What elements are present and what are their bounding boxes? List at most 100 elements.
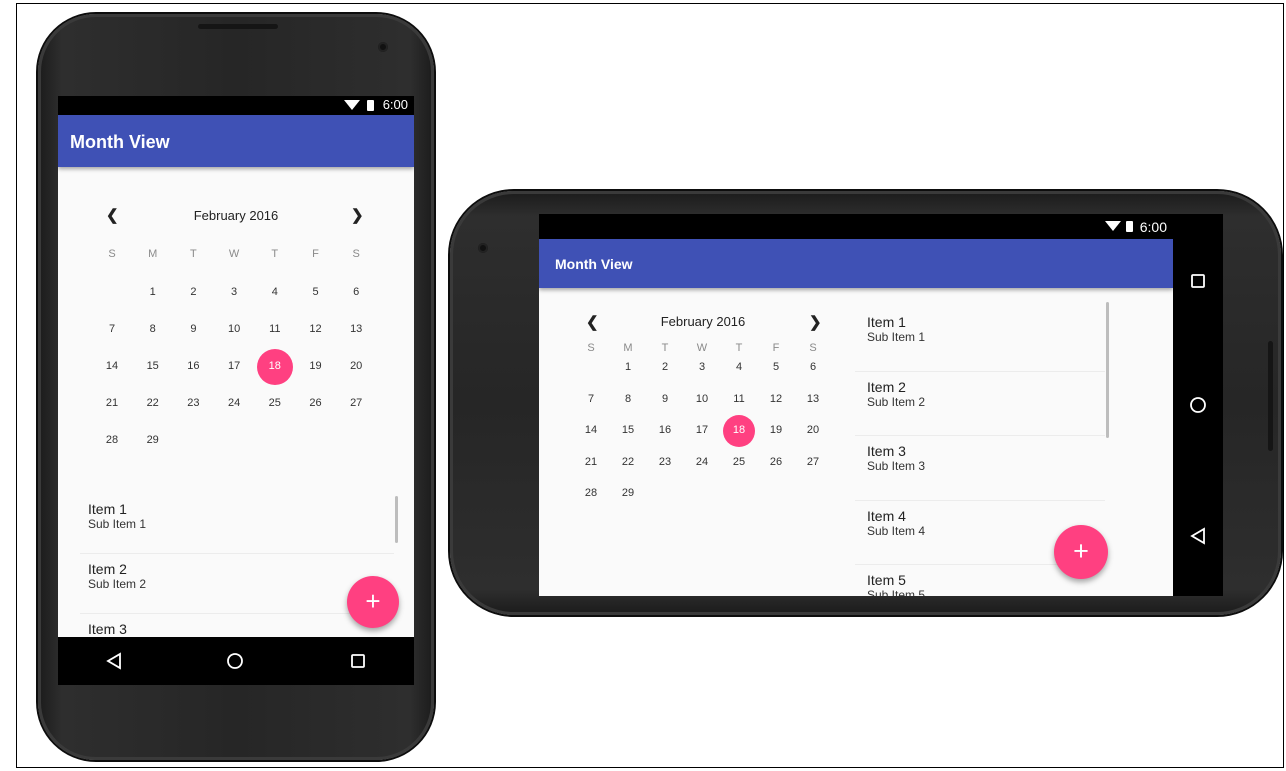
weekday-header: T <box>661 342 669 354</box>
add-fab[interactable]: + <box>1054 525 1108 579</box>
calendar-day[interactable]: 17 <box>685 424 719 436</box>
list-item-subtitle: Sub Item 3 <box>867 459 926 473</box>
list-divider <box>855 499 1105 501</box>
recents-icon[interactable] <box>350 653 366 669</box>
list-item[interactable]: Item 4 Sub Item 4 <box>867 508 925 538</box>
calendar-day[interactable]: 27 <box>339 397 373 409</box>
calendar-day[interactable]: 2 <box>176 286 210 298</box>
calendar-day[interactable]: 15 <box>136 360 170 372</box>
list-item[interactable]: Item 1 Sub Item 1 <box>88 501 146 531</box>
weekday-header: S <box>352 248 360 260</box>
calendar-day[interactable]: 5 <box>759 361 793 373</box>
calendar-day[interactable]: 10 <box>217 323 251 335</box>
add-fab[interactable]: + <box>347 576 399 628</box>
calendar-day[interactable]: 13 <box>796 393 830 405</box>
list-item-subtitle: Sub Item 2 <box>867 394 926 409</box>
calendar-day[interactable]: 24 <box>217 397 251 409</box>
calendar-day[interactable]: 7 <box>95 323 129 335</box>
calendar-day[interactable]: 25 <box>722 456 756 468</box>
list-divider <box>80 613 394 614</box>
calendar-day[interactable]: 20 <box>796 424 830 436</box>
earpiece-speaker <box>1268 341 1273 451</box>
list-item-title: Item 1 <box>867 314 906 330</box>
calendar-day[interactable]: 19 <box>759 424 793 436</box>
calendar-day[interactable]: 19 <box>299 360 333 372</box>
calendar-day[interactable]: 20 <box>339 360 373 372</box>
calendar-day[interactable]: 26 <box>759 456 793 468</box>
calendar-day[interactable]: 28 <box>95 434 129 446</box>
calendar-day[interactable]: 9 <box>648 393 682 405</box>
calendar-day[interactable]: 14 <box>574 424 608 436</box>
calendar-day-selected[interactable]: 18 <box>722 424 756 436</box>
calendar-day[interactable]: 8 <box>611 393 645 405</box>
calendar-day[interactable]: 26 <box>299 397 333 409</box>
calendar-day[interactable]: 15 <box>611 424 645 436</box>
calendar-day[interactable]: 2 <box>648 361 682 373</box>
calendar-day[interactable]: 29 <box>611 487 645 499</box>
calendar-day[interactable]: 17 <box>217 360 251 372</box>
calendar-day[interactable]: 11 <box>722 393 756 405</box>
calendar-day[interactable]: 24 <box>685 456 719 468</box>
calendar-day[interactable]: 23 <box>176 397 210 409</box>
prev-month-button[interactable]: ❮ <box>586 313 599 331</box>
status-bar: 6:00 <box>539 214 1173 239</box>
list-item[interactable]: Item 5 Sub Item 5 <box>867 572 925 596</box>
app-bar: Month View <box>539 239 1173 288</box>
calendar-day[interactable]: 6 <box>339 286 373 298</box>
calendar-day[interactable]: 7 <box>574 393 608 405</box>
calendar-day[interactable]: 4 <box>722 361 756 373</box>
home-icon[interactable] <box>1189 396 1207 414</box>
calendar-day[interactable]: 29 <box>136 434 170 446</box>
wifi-icon <box>1105 221 1121 231</box>
list-item[interactable]: Item 1 Sub Item 1 <box>867 314 925 344</box>
list-scrollbar[interactable] <box>395 496 398 543</box>
battery-icon <box>1126 221 1133 232</box>
list-item[interactable]: Item 2 Sub Item 2 <box>867 379 925 409</box>
next-month-button[interactable]: ❯ <box>351 206 364 224</box>
calendar-day[interactable]: 10 <box>685 393 719 405</box>
back-icon[interactable] <box>1190 527 1206 545</box>
calendar-day[interactable]: 12 <box>759 393 793 405</box>
list-item[interactable]: Item 3 Sub Item 3 <box>867 443 925 473</box>
calendar-day[interactable]: 27 <box>796 456 830 468</box>
weekday-header: W <box>696 342 708 354</box>
calendar-day[interactable]: 8 <box>136 323 170 335</box>
list-item-title: Item 3 <box>867 443 906 459</box>
calendar-day[interactable]: 22 <box>136 397 170 409</box>
calendar-day[interactable]: 4 <box>258 286 292 298</box>
calendar-day[interactable]: 28 <box>574 487 608 499</box>
portrait-screen: 6:00 Month View ❮ February 2016 ❯ S M T W T F… <box>58 96 414 685</box>
calendar-day[interactable]: 22 <box>611 456 645 468</box>
list-item[interactable]: Item 3 <box>88 621 127 637</box>
calendar-day[interactable]: 1 <box>136 286 170 298</box>
chevron-left-icon: ❮ <box>586 314 599 331</box>
home-icon[interactable] <box>226 652 244 670</box>
weekday-header: F <box>312 248 319 260</box>
chevron-right-icon: ❯ <box>351 207 364 224</box>
prev-month-button[interactable]: ❮ <box>106 206 119 224</box>
list-item[interactable]: Item 2 Sub Item 2 <box>88 561 146 591</box>
calendar-day[interactable]: 9 <box>176 323 210 335</box>
calendar-day-selected[interactable]: 18 <box>258 360 292 372</box>
back-icon[interactable] <box>106 652 122 670</box>
calendar-day[interactable]: 21 <box>574 456 608 468</box>
calendar-day[interactable]: 25 <box>258 397 292 409</box>
calendar-day[interactable]: 16 <box>176 360 210 372</box>
calendar-day[interactable]: 16 <box>648 424 682 436</box>
calendar-day[interactable]: 23 <box>648 456 682 468</box>
recents-icon[interactable] <box>1190 273 1206 289</box>
calendar-day[interactable]: 5 <box>299 286 333 298</box>
list-divider <box>855 370 1105 372</box>
calendar-day[interactable]: 13 <box>339 323 373 335</box>
next-month-button[interactable]: ❯ <box>809 313 822 331</box>
calendar-day[interactable]: 6 <box>796 361 830 373</box>
calendar-day[interactable]: 3 <box>217 286 251 298</box>
list-item-subtitle: Sub Item 4 <box>867 523 926 538</box>
calendar-day[interactable]: 21 <box>95 397 129 409</box>
calendar-day[interactable]: 1 <box>611 361 645 373</box>
calendar-day[interactable]: 11 <box>258 323 292 335</box>
calendar-day[interactable]: 12 <box>299 323 333 335</box>
calendar-day[interactable]: 3 <box>685 361 719 373</box>
list-scrollbar[interactable] <box>1106 302 1109 438</box>
calendar-day[interactable]: 14 <box>95 360 129 372</box>
